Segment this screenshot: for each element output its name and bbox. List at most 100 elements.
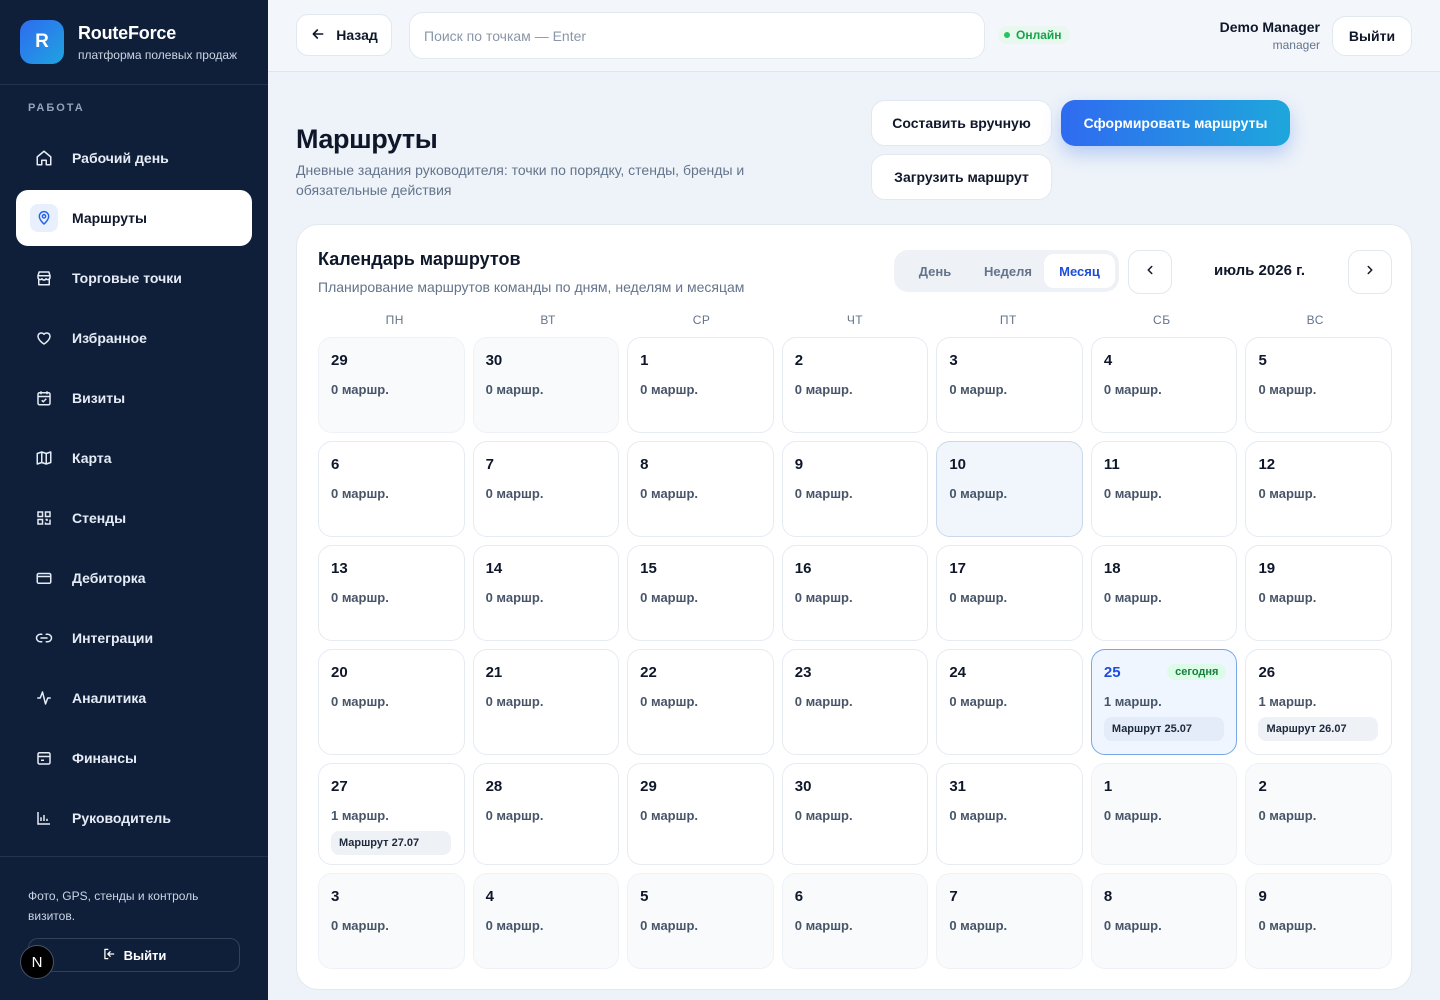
calendar-day[interactable]: 1 0 маршр. — [627, 337, 774, 433]
calendar-day[interactable]: 28 0 маршр. — [472, 763, 620, 865]
sidebar-item-stands[interactable]: Стенды — [16, 490, 252, 546]
calendar-day[interactable]: 21 0 маршр. — [472, 649, 620, 755]
calendar-day[interactable]: 23 0 маршр. — [781, 649, 929, 755]
day-number: 22 — [640, 664, 657, 681]
calendar-day[interactable]: 1 0 маршр. — [1090, 763, 1238, 865]
sidebar-item-visits[interactable]: Визиты — [16, 370, 252, 426]
calendar-day[interactable]: 16 0 маршр. — [781, 545, 929, 641]
calendar-day[interactable]: 30 0 маршр. — [472, 337, 620, 433]
weekday-label: ЧТ — [846, 313, 864, 327]
calendar-day-today[interactable]: 25 сегодня 1 маршр. Маршрут 25.07 — [1090, 649, 1238, 755]
view-month-button[interactable]: Месяц — [1044, 254, 1115, 288]
back-button[interactable]: Назад — [296, 14, 392, 56]
sidebar-item-analytics[interactable]: Аналитика — [16, 670, 252, 726]
day-number: 6 — [331, 456, 340, 473]
route-count: 0 маршр. — [331, 486, 389, 501]
status-dot — [1004, 32, 1010, 38]
sidebar-item-favorites[interactable]: Избранное — [16, 310, 252, 366]
sidebar-item-workday[interactable]: Рабочий день — [16, 130, 252, 186]
calendar-day[interactable]: 27 1 маршр. Маршрут 27.07 — [318, 763, 465, 865]
calendar-day[interactable]: 2 0 маршр. — [1245, 763, 1393, 865]
sidebar-logout-button[interactable]: Выйти — [28, 938, 240, 972]
calendar-day[interactable]: 9 0 маршр. — [781, 441, 929, 537]
sidebar-item-label: Финансы — [72, 750, 137, 766]
day-number: 3 — [949, 352, 958, 369]
day-number: 9 — [1258, 888, 1267, 905]
calendar-day[interactable]: 14 0 маршр. — [472, 545, 620, 641]
calendar-day[interactable]: 7 0 маршр. — [472, 441, 620, 537]
sidebar-item-manager[interactable]: Руководитель — [16, 790, 252, 846]
calendar-day[interactable]: 29 0 маршр. — [627, 763, 774, 865]
user-role: manager — [1272, 38, 1320, 52]
route-chip[interactable]: Маршрут 26.07 — [1258, 717, 1379, 741]
user-name: Demo Manager — [1219, 19, 1320, 35]
calendar-day[interactable]: 7 0 маршр. — [936, 873, 1083, 969]
route-count: 0 маршр. — [794, 486, 853, 501]
calendar-day[interactable]: 3 0 маршр. — [318, 873, 465, 969]
day-number: 10 — [949, 456, 966, 473]
upload-route-button[interactable]: Загрузить маршрут — [871, 154, 1052, 200]
sidebar-item-label: Аналитика — [72, 690, 147, 706]
view-day-button[interactable]: День — [898, 254, 972, 288]
sidebar-item-finance[interactable]: Финансы — [16, 730, 252, 786]
brand[interactable]: R RouteForce платформа полевых продаж — [20, 20, 237, 64]
route-chip[interactable]: Маршрут 25.07 — [1103, 717, 1224, 741]
calendar-day[interactable]: 6 0 маршр. — [318, 441, 465, 537]
logout-button[interactable]: Выйти — [1332, 16, 1412, 56]
calendar-day[interactable]: 18 0 маршр. — [1090, 545, 1238, 641]
calendar-day[interactable]: 9 0 маршр. — [1245, 873, 1393, 969]
route-chip[interactable]: Маршрут 27.07 — [331, 831, 451, 855]
calendar-day[interactable]: 5 0 маршр. — [1245, 337, 1393, 433]
sidebar-item-label: Избранное — [72, 330, 147, 346]
route-count: 0 маршр. — [794, 694, 853, 709]
map-pin-icon — [30, 204, 58, 232]
calendar-day[interactable]: 24 0 маршр. — [936, 649, 1083, 755]
route-count: 0 маршр. — [794, 808, 853, 823]
day-number: 4 — [1103, 352, 1113, 369]
sidebar-item-receivables[interactable]: Дебиторка — [16, 550, 252, 606]
generate-routes-button[interactable]: Сформировать маршруты — [1061, 100, 1290, 146]
calendar-day[interactable]: 8 0 маршр. — [627, 441, 774, 537]
calendar-day[interactable]: 19 0 маршр. — [1245, 545, 1393, 641]
calendar-day[interactable]: 11 0 маршр. — [1090, 441, 1238, 537]
search-input[interactable] — [409, 12, 985, 59]
prev-month-button[interactable] — [1128, 250, 1172, 294]
route-count: 0 маршр. — [485, 918, 544, 933]
day-number: 4 — [485, 888, 494, 905]
sidebar-item-label: Визиты — [72, 390, 126, 406]
calendar-day[interactable]: 15 0 маршр. — [627, 545, 774, 641]
sidebar-item-label: Дебиторка — [72, 570, 146, 586]
calendar-day[interactable]: 6 0 маршр. — [781, 873, 929, 969]
calendar-day[interactable]: 4 0 маршр. — [1090, 337, 1238, 433]
calendar-day[interactable]: 12 0 маршр. — [1245, 441, 1393, 537]
calendar-day[interactable]: 8 0 маршр. — [1090, 873, 1238, 969]
chevron-left-icon — [1143, 263, 1157, 282]
calendar-day[interactable]: 10 0 маршр. — [936, 441, 1083, 537]
calendar-day[interactable]: 22 0 маршр. — [627, 649, 774, 755]
calendar-day[interactable]: 17 0 маршр. — [936, 545, 1083, 641]
sidebar-item-map[interactable]: Карта — [16, 430, 252, 486]
page-title: Маршруты — [296, 124, 438, 154]
calendar-day[interactable]: 5 0 маршр. — [627, 873, 774, 969]
n-badge[interactable]: N — [20, 945, 54, 979]
next-month-button[interactable] — [1348, 250, 1392, 294]
sidebar-item-label: Интеграции — [72, 630, 154, 646]
chevron-right-icon — [1363, 263, 1377, 282]
calendar-day[interactable]: 4 0 маршр. — [472, 873, 620, 969]
calendar-day[interactable]: 13 0 маршр. — [318, 545, 465, 641]
calendar-day[interactable]: 3 0 маршр. — [936, 337, 1083, 433]
view-week-button[interactable]: Неделя — [972, 254, 1044, 288]
compose-manually-button[interactable]: Составить вручную — [871, 100, 1052, 146]
calendar-day[interactable]: 26 1 маршр. Маршрут 26.07 — [1245, 649, 1393, 755]
calendar-day[interactable]: 30 0 маршр. — [781, 763, 929, 865]
sidebar-item-integrations[interactable]: Интеграции — [16, 610, 252, 666]
calendar-day[interactable]: 29 0 маршр. — [318, 337, 465, 433]
sidebar-item-outlets[interactable]: Торговые точки — [16, 250, 252, 306]
calendar-day[interactable]: 20 0 маршр. — [318, 649, 465, 755]
calendar-subtitle: Планирование маршрутов команды по дням, … — [318, 279, 745, 295]
user-info: Demo Manager manager — [1220, 19, 1320, 52]
calendar-day[interactable]: 2 0 маршр. — [781, 337, 929, 433]
sidebar-item-routes[interactable]: Маршруты — [16, 190, 252, 246]
day-number: 8 — [640, 456, 649, 473]
calendar-day[interactable]: 31 0 маршр. — [936, 763, 1083, 865]
